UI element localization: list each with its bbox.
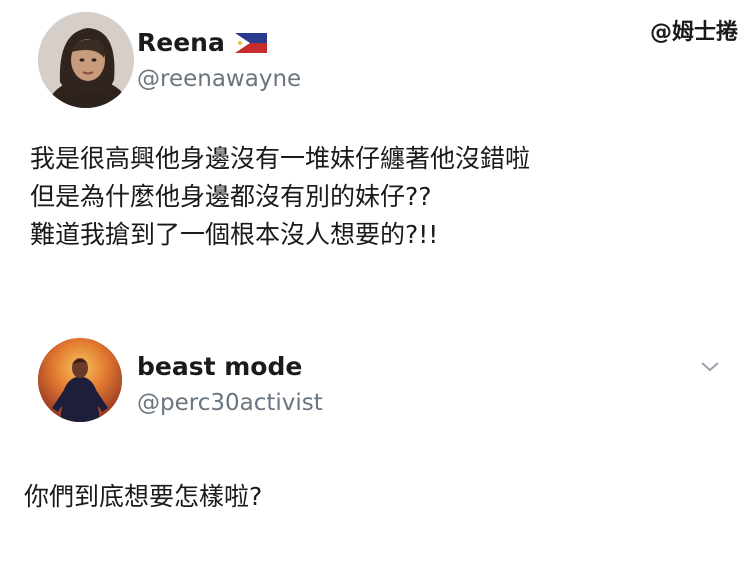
author-name[interactable]: beast mode [137,352,302,381]
avatar-image [38,338,122,422]
tweet-text: 我是很高興他身邊沒有一堆妹仔纏著他沒錯啦 但是為什麼他身邊都沒有別的妹仔?? 難… [30,144,531,249]
avatar[interactable] [38,338,122,422]
philippines-flag-icon [234,32,267,53]
author-name[interactable]: Reena [137,28,225,57]
author-handle[interactable]: @reenawayne [137,66,301,92]
avatar[interactable] [38,12,134,108]
author-handle[interactable]: @perc30activist [137,390,323,416]
chevron-down-icon[interactable] [698,358,722,376]
avatar-image [38,12,134,108]
watermark: @姆士捲 [649,20,738,45]
tweet-text: 你們到底想要怎樣啦? [24,482,263,511]
